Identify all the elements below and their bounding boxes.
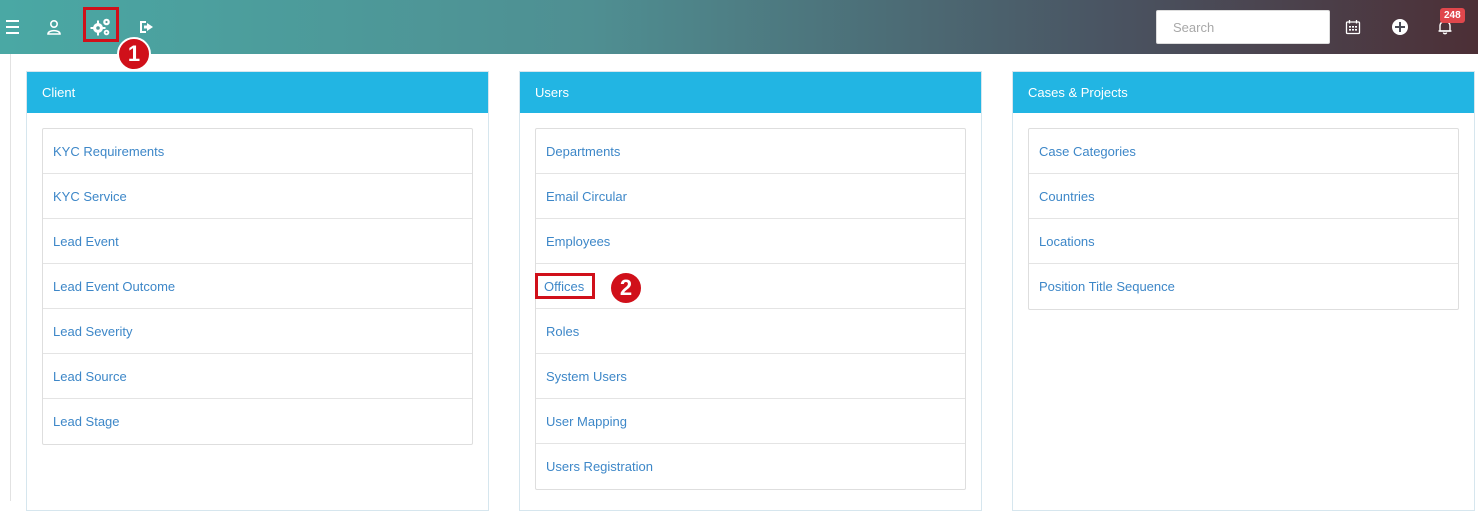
list-item-system-users[interactable]: System Users (536, 354, 965, 399)
list-item-departments[interactable]: Departments (536, 129, 965, 174)
list-item-offices[interactable]: Offices (534, 273, 596, 299)
list-item-user-mapping[interactable]: User Mapping (536, 399, 965, 444)
add-circle-icon[interactable] (1390, 0, 1410, 54)
settings-highlight-box (83, 7, 119, 42)
users-list: Departments Email Circular Employees Off… (534, 128, 966, 490)
cases-projects-list: Case Categories Countries Locations Posi… (1028, 128, 1459, 310)
list-item-lead-stage[interactable]: Lead Stage (43, 399, 472, 444)
list-item-lead-event-outcome[interactable]: Lead Event Outcome (43, 264, 472, 309)
list-item-roles[interactable]: Roles (536, 309, 965, 354)
list-item-lead-severity[interactable]: Lead Severity (43, 309, 472, 354)
search-input[interactable] (1156, 10, 1330, 44)
panel-title: Client (27, 72, 488, 113)
list-item-kyc-requirements[interactable]: KYC Requirements (43, 129, 472, 174)
step-marker-2: 2 (609, 271, 643, 305)
list-item-email-circular[interactable]: Email Circular (536, 174, 965, 219)
list-item-kyc-service[interactable]: KYC Service (43, 174, 472, 219)
user-icon[interactable] (44, 0, 64, 54)
client-panel: Client KYC Requirements KYC Service Lead… (26, 71, 489, 511)
calendar-icon[interactable] (1342, 0, 1364, 54)
cases-projects-panel: Cases & Projects Case Categories Countri… (1012, 71, 1475, 511)
list-item-position-title-sequence[interactable]: Position Title Sequence (1029, 264, 1458, 309)
step-marker-1: 1 (117, 37, 151, 71)
panel-title: Cases & Projects (1013, 72, 1474, 113)
menu-icon[interactable] (2, 0, 22, 54)
top-navbar: 248 (0, 0, 1478, 54)
list-item-lead-source[interactable]: Lead Source (43, 354, 472, 399)
list-item-employees[interactable]: Employees (536, 219, 965, 264)
list-item-lead-event[interactable]: Lead Event (43, 219, 472, 264)
list-item-case-categories[interactable]: Case Categories (1029, 129, 1458, 174)
notification-badge: 248 (1440, 8, 1465, 23)
list-item-locations[interactable]: Locations (1029, 219, 1458, 264)
client-list: KYC Requirements KYC Service Lead Event … (42, 128, 473, 445)
list-item-countries[interactable]: Countries (1029, 174, 1458, 219)
left-rail (0, 54, 11, 501)
list-item-offices-row[interactable]: Offices (534, 264, 965, 309)
users-panel: Users Departments Email Circular Employe… (519, 71, 982, 511)
list-item-users-registration[interactable]: Users Registration (536, 444, 965, 489)
panel-title: Users (520, 72, 981, 113)
